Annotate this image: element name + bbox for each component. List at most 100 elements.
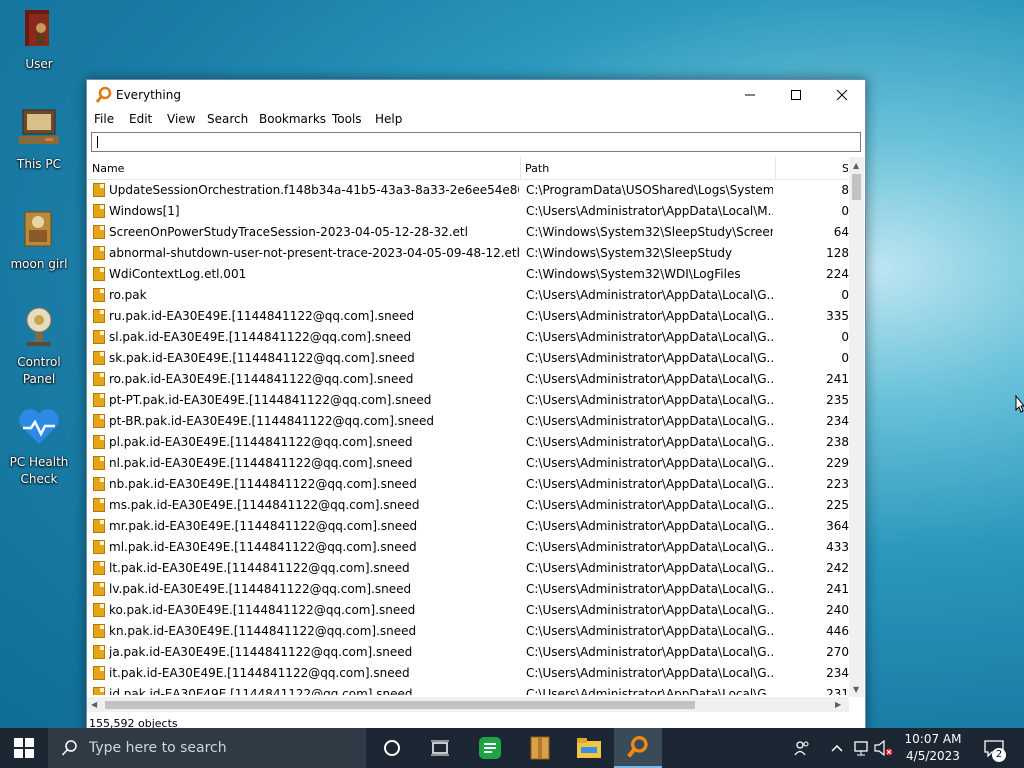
column-size[interactable]: S — [842, 162, 848, 175]
horizontal-scroll-thumb[interactable] — [105, 701, 695, 709]
maximize-button[interactable] — [773, 80, 819, 110]
clock-date: 4/5/2023 — [906, 749, 960, 763]
column-path[interactable]: Path — [525, 162, 549, 175]
table-row[interactable]: sl.pak.id-EA30E49E.[1144841122@qq.com].s… — [87, 327, 849, 348]
file-size: 433 — [826, 540, 849, 554]
table-row[interactable]: ro.pak C:\Users\Administrator\AppData\Loc… — [87, 285, 849, 306]
file-path: C:\Users\Administrator\AppData\Local\G..… — [526, 330, 773, 344]
table-row[interactable]: sk.pak.id-EA30E49E.[1144841122@qq.com].s… — [87, 348, 849, 369]
menu-bar: File Edit View Search Bookmarks Tools He… — [87, 110, 865, 130]
mouse-cursor-icon — [1015, 395, 1024, 413]
file-path: C:\Users\Administrator\AppData\Local\G..… — [526, 435, 773, 449]
archive-icon — [530, 736, 550, 760]
table-row[interactable]: pt-BR.pak.id-EA30E49E.[1144841122@qq.com… — [87, 411, 849, 432]
menu-file[interactable]: File — [94, 112, 114, 126]
desktop-icon-user[interactable]: User — [0, 4, 78, 73]
desktop-icon-pc-health-check[interactable]: PC Health Check — [0, 402, 78, 488]
taskbar-app-notes[interactable] — [466, 728, 514, 768]
file-name: ms.pak.id-EA30E49E.[1144841122@qq.com].s… — [109, 498, 420, 512]
file-size: 225 — [826, 498, 849, 512]
scroll-right-arrow-icon[interactable]: ▶ — [835, 700, 841, 709]
file-icon — [93, 645, 105, 659]
network-icon[interactable] — [852, 738, 872, 758]
file-name: ru.pak.id-EA30E49E.[1144841122@qq.com].s… — [109, 309, 415, 323]
table-row[interactable]: mr.pak.id-EA30E49E.[1144841122@qq.com].s… — [87, 516, 849, 537]
table-row[interactable]: ko.pak.id-EA30E49E.[1144841122@qq.com].s… — [87, 600, 849, 621]
table-row[interactable]: ru.pak.id-EA30E49E.[1144841122@qq.com].s… — [87, 306, 849, 327]
menu-edit[interactable]: Edit — [129, 112, 152, 126]
table-row[interactable]: ml.pak.id-EA30E49E.[1144841122@qq.com].s… — [87, 537, 849, 558]
table-row[interactable]: kn.pak.id-EA30E49E.[1144841122@qq.com].s… — [87, 621, 849, 642]
file-icon — [93, 309, 105, 323]
desktop-icon-label: User — [25, 57, 53, 71]
desktop-icon-moon-girl[interactable]: moon girl — [0, 204, 78, 273]
menu-search[interactable]: Search — [207, 112, 248, 126]
file-path: C:\Users\Administrator\AppData\Local\G..… — [526, 372, 773, 386]
file-size: 0 — [841, 330, 849, 344]
file-name: pt-BR.pak.id-EA30E49E.[1144841122@qq.com… — [109, 414, 434, 428]
column-divider[interactable] — [520, 157, 521, 179]
file-size: 64 — [833, 225, 849, 239]
table-row[interactable]: nl.pak.id-EA30E49E.[1144841122@qq.com].s… — [87, 453, 849, 474]
taskbar-clock[interactable]: 10:07 AM 4/5/2023 — [896, 731, 970, 765]
scroll-down-arrow-icon[interactable]: ▼ — [853, 685, 859, 694]
file-path: C:\Users\Administrator\AppData\Local\G..… — [526, 666, 773, 680]
table-row[interactable]: abnormal-shutdown-user-not-present-trace… — [87, 243, 849, 264]
file-size: 242 — [826, 561, 849, 575]
task-view-button[interactable] — [416, 728, 464, 768]
desktop-icon-this-pc[interactable]: This PC — [0, 104, 78, 173]
table-row[interactable]: pt-PT.pak.id-EA30E49E.[1144841122@qq.com… — [87, 390, 849, 411]
desktop-icon-control-panel[interactable]: Control Panel — [0, 302, 78, 388]
people-icon[interactable] — [792, 738, 812, 758]
user-folder-icon — [25, 10, 49, 46]
file-path: C:\Users\Administrator\AppData\Local\G..… — [526, 603, 773, 617]
menu-bookmarks[interactable]: Bookmarks — [259, 112, 326, 126]
column-name[interactable]: Name — [92, 162, 124, 175]
vertical-scroll-thumb[interactable] — [852, 174, 861, 200]
file-path: C:\Users\Administrator\AppData\Local\G..… — [526, 582, 773, 596]
start-button[interactable] — [0, 728, 48, 768]
search-input[interactable] — [91, 132, 861, 152]
cortana-button[interactable] — [368, 728, 416, 768]
table-row[interactable]: ro.pak.id-EA30E49E.[1144841122@qq.com].s… — [87, 369, 849, 390]
file-size: 240 — [826, 603, 849, 617]
file-icon — [93, 267, 105, 281]
table-row[interactable]: lv.pak.id-EA30E49E.[1144841122@qq.com].s… — [87, 579, 849, 600]
table-row[interactable]: ms.pak.id-EA30E49E.[1144841122@qq.com].s… — [87, 495, 849, 516]
file-name: kn.pak.id-EA30E49E.[1144841122@qq.com].s… — [109, 624, 417, 638]
minimize-button[interactable] — [727, 80, 773, 110]
table-row[interactable]: WdiContextLog.etl.001 C:\Windows\System32… — [87, 264, 849, 285]
file-name: it.pak.id-EA30E49E.[1144841122@qq.com].s… — [109, 666, 410, 680]
taskbar-app-file-explorer[interactable] — [565, 728, 613, 768]
table-row[interactable]: nb.pak.id-EA30E49E.[1144841122@qq.com].s… — [87, 474, 849, 495]
table-row[interactable]: lt.pak.id-EA30E49E.[1144841122@qq.com].s… — [87, 558, 849, 579]
volume-muted-icon[interactable] — [874, 738, 894, 758]
table-row[interactable]: Windows[1] C:\Users\Administrator\AppData… — [87, 201, 849, 222]
taskbar-app-everything[interactable] — [614, 728, 662, 768]
magnifier-icon — [627, 736, 648, 758]
table-row[interactable]: UpdateSessionOrchestration.f148b34a-41b5… — [87, 180, 849, 201]
file-path: C:\Windows\System32\SleepStudy\Screen... — [526, 225, 773, 239]
title-bar[interactable]: Everything — [87, 80, 865, 110]
show-hidden-icons-chevron-up-icon[interactable] — [828, 738, 846, 758]
column-divider[interactable] — [775, 157, 776, 179]
close-button[interactable] — [819, 80, 865, 110]
menu-help[interactable]: Help — [375, 112, 402, 126]
file-path: C:\Windows\System32\SleepStudy — [526, 246, 733, 260]
taskbar-search-box[interactable]: Type here to search — [48, 728, 366, 768]
everything-window: Everything File Edit View Search Bookmar… — [86, 79, 866, 735]
table-row[interactable]: ja.pak.id-EA30E49E.[1144841122@qq.com].s… — [87, 642, 849, 663]
vertical-scrollbar[interactable]: ▲ ▼ — [849, 157, 864, 697]
table-row[interactable]: it.pak.id-EA30E49E.[1144841122@qq.com].s… — [87, 663, 849, 684]
scroll-up-arrow-icon[interactable]: ▲ — [853, 161, 859, 170]
table-row[interactable]: ScreenOnPowerStudyTraceSession-2023-04-0… — [87, 222, 849, 243]
horizontal-scrollbar[interactable]: ◀ ▶ — [87, 697, 849, 712]
table-row[interactable]: id.pak.id-EA30E49E.[1144841122@qq.com].s… — [87, 684, 849, 695]
file-path: C:\Users\Administrator\AppData\Local\G..… — [526, 309, 773, 323]
taskbar-app-archive[interactable] — [516, 728, 564, 768]
file-icon — [93, 666, 105, 680]
menu-tools[interactable]: Tools — [332, 112, 362, 126]
scroll-left-arrow-icon[interactable]: ◀ — [91, 700, 97, 709]
table-row[interactable]: pl.pak.id-EA30E49E.[1144841122@qq.com].s… — [87, 432, 849, 453]
menu-view[interactable]: View — [167, 112, 195, 126]
